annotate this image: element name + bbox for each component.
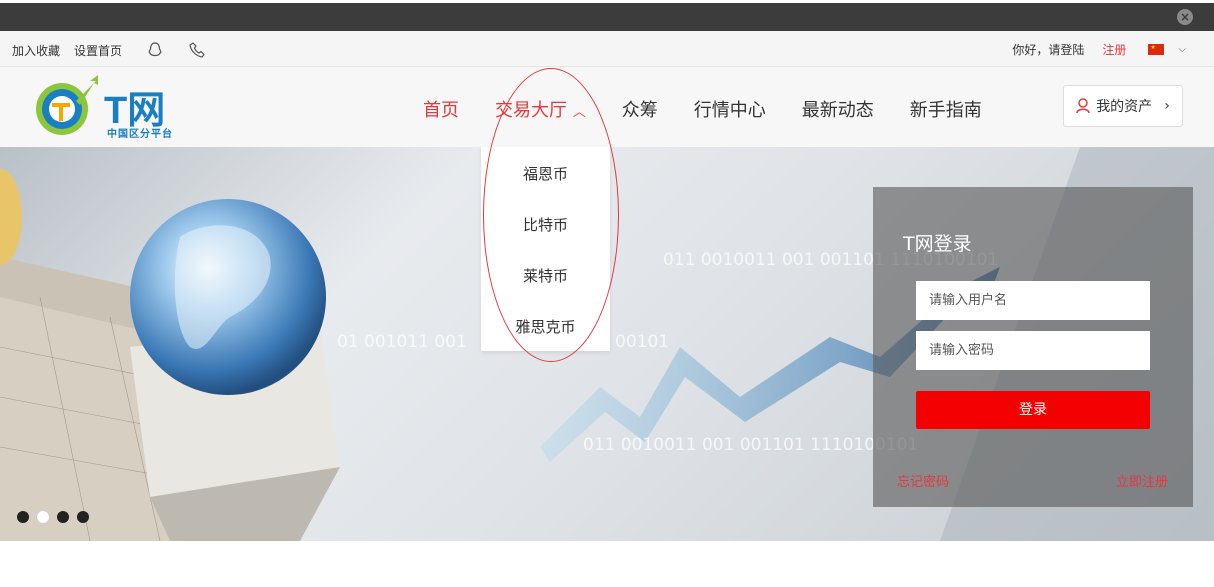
binary-text: 00101 [615,332,669,352]
register-link[interactable]: 注册 [1102,41,1126,58]
logo-globe-icon [36,75,98,135]
register-now-link[interactable]: 立即注册 [1116,471,1168,490]
dropdown-item-fuen-coin[interactable]: 福恩币 [481,149,610,200]
carousel-dot-active[interactable] [37,511,49,523]
login-panel: T网登录 登录 忘记密码 立即注册 [873,187,1193,507]
set-home-link[interactable]: 设置首页 [74,42,122,59]
nav-item-home[interactable]: 首页 [423,96,459,122]
user-icon [1076,98,1090,114]
my-assets-label: 我的资产 [1096,99,1153,115]
utility-bar: 加入收藏 设置首页 你好，请登陆 注册 ⌵ [0,31,1214,67]
username-input[interactable] [916,281,1150,320]
bookmark-link[interactable]: 加入收藏 [12,42,60,59]
dropdown-item-yasike-coin[interactable]: 雅思克币 [481,302,610,353]
nav-item-trading-hall-label: 交易大厅 [495,100,567,121]
chevron-right-icon: › [1164,98,1170,114]
qq-icon[interactable] [146,41,164,59]
trading-hall-dropdown: 福恩币 比特币 莱特币 雅思克币 [481,147,610,351]
binary-text: 01 001011 001 [337,332,467,352]
carousel-dot[interactable] [77,511,89,523]
main-header: T网 中国区分平台 首页 交易大厅 ︿ 众筹 行情中心 最新动态 新手指南 我的… [0,67,1214,147]
my-assets-button[interactable]: 我的资产 › [1063,85,1183,127]
carousel-dot[interactable] [57,511,69,523]
login-title: T网登录 [903,233,972,255]
nav-item-trading-hall[interactable]: 交易大厅 ︿ [495,96,586,122]
china-flag-icon[interactable] [1148,44,1165,55]
close-icon[interactable]: × [1177,9,1193,25]
carousel-dots [17,511,89,523]
nav-item-market[interactable]: 行情中心 [694,96,766,122]
main-nav: 首页 交易大厅 ︿ 众筹 行情中心 最新动态 新手指南 [423,96,1018,122]
login-button[interactable]: 登录 [916,391,1150,429]
nav-item-crowdfunding[interactable]: 众筹 [622,96,658,122]
forgot-password-link[interactable]: 忘记密码 [897,471,949,490]
carousel-dot[interactable] [17,511,29,523]
chevron-down-icon[interactable]: ⌵ [1178,44,1186,55]
top-bar: × [0,0,1214,31]
password-input[interactable] [916,331,1150,370]
dropdown-item-litecoin[interactable]: 莱特币 [481,251,610,302]
nav-item-news[interactable]: 最新动态 [802,96,874,122]
nav-item-guide[interactable]: 新手指南 [910,96,982,122]
greeting-text: 你好，请登陆 [1012,43,1085,57]
binary-text: 011 0010011 001 001101 1110100101 [583,435,918,455]
site-logo[interactable]: T网 中国区分平台 [32,75,182,140]
dropdown-item-bitcoin[interactable]: 比特币 [481,200,610,251]
phone-icon[interactable] [188,41,206,59]
logo-subtitle: 中国区分平台 [107,129,173,140]
chevron-up-icon: ︿ [572,105,586,120]
